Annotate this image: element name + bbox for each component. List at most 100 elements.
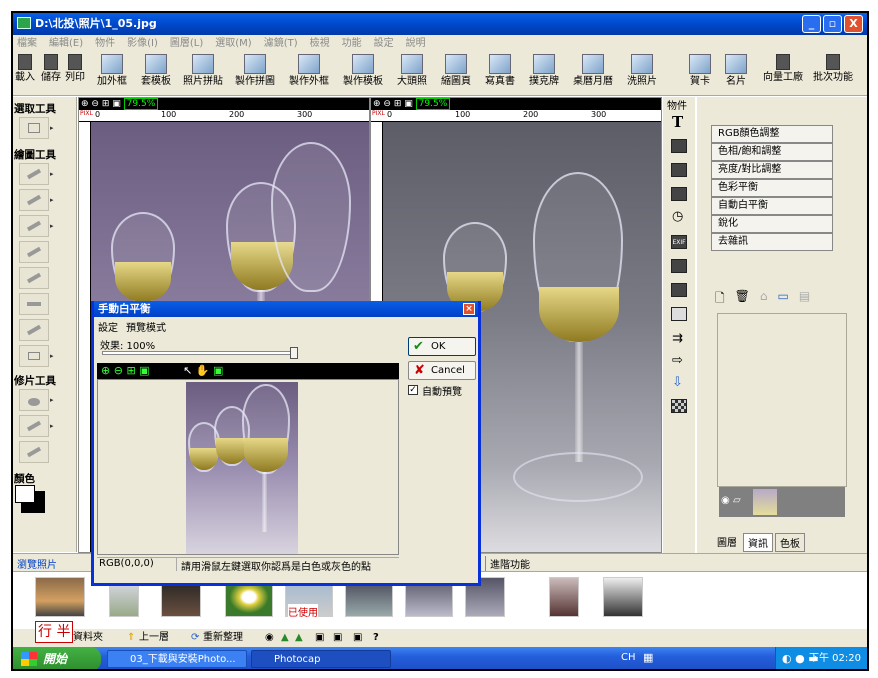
rect-select-tool[interactable]: [19, 117, 49, 139]
edit-icon[interactable]: ▱: [733, 495, 741, 506]
view-small-icon[interactable]: ▣: [315, 629, 324, 647]
layer-row[interactable]: ◉ ▱: [719, 487, 845, 517]
smudge-dropdown[interactable]: ▸: [50, 415, 58, 437]
zoom-out-icon[interactable]: ⊖: [91, 99, 99, 109]
frame-object-icon[interactable]: [671, 163, 687, 177]
tab-browse-photos[interactable]: 瀏覽照片: [17, 556, 57, 571]
puzzle-button[interactable]: 製作拼圖: [235, 54, 275, 88]
minimize-button[interactable]: _: [802, 15, 821, 33]
collage-button[interactable]: 照片拼貼: [183, 54, 223, 88]
taskbar-item-photocap[interactable]: Photocap: [251, 650, 391, 668]
new-layer-icon[interactable]: 🗋: [715, 289, 725, 310]
calendar-button[interactable]: 桌曆月曆: [573, 54, 613, 88]
refresh-button[interactable]: 重新整理: [203, 629, 243, 647]
zoom-out-icon[interactable]: ⊖: [383, 99, 391, 109]
folder-label[interactable]: 資料夾: [73, 629, 103, 647]
pencil-tool[interactable]: [19, 163, 49, 185]
save-button[interactable]: 儲存: [41, 54, 61, 84]
menu-object[interactable]: 物件: [95, 35, 115, 52]
menu-function[interactable]: 功能: [342, 35, 362, 52]
poker-button[interactable]: 撲克牌: [529, 54, 559, 88]
color-balance-item[interactable]: 色彩平衡: [711, 179, 833, 197]
pointer-icon[interactable]: ↖: [183, 364, 192, 377]
add-frame-button[interactable]: 加外框: [97, 54, 127, 88]
language-indicator[interactable]: CH: [621, 652, 636, 663]
ime-indicator[interactable]: 行 半: [35, 621, 74, 643]
help-button[interactable]: ?: [373, 629, 379, 647]
blur-tool[interactable]: [19, 389, 49, 411]
close-button[interactable]: X: [844, 15, 863, 33]
effect-slider-track[interactable]: [102, 351, 298, 355]
batch-button[interactable]: 批次功能: [813, 54, 853, 84]
auto-white-balance-item[interactable]: 自動白平衡: [711, 197, 833, 215]
layer-props-icon[interactable]: ▭: [778, 289, 789, 310]
load-button[interactable]: 載入: [15, 54, 35, 84]
grid-icon[interactable]: [671, 283, 687, 297]
eraser-tool[interactable]: [19, 189, 49, 211]
template-button[interactable]: 套模板: [141, 54, 171, 88]
delete-layer-icon[interactable]: 🗑: [735, 289, 750, 310]
print-button[interactable]: 列印: [65, 54, 85, 84]
menu-settings[interactable]: 設定: [374, 35, 394, 52]
fit-icon[interactable]: ⊞: [126, 364, 135, 377]
sharpen-item[interactable]: 銳化: [711, 215, 833, 233]
id-photo-button[interactable]: 大頭照: [397, 54, 427, 88]
smudge-tool[interactable]: [19, 415, 49, 437]
taskbar-item-word[interactable]: 03_下載與安裝Photo...: [107, 650, 247, 668]
tab-info[interactable]: 資訊: [743, 533, 773, 552]
view-eye-icon[interactable]: ◉: [265, 629, 274, 647]
refresh-icon[interactable]: ⟳: [191, 629, 199, 647]
start-button[interactable]: 開始: [13, 647, 101, 669]
foreground-color-swatch[interactable]: [15, 485, 35, 503]
vector-factory-button[interactable]: 向量工廠: [763, 54, 803, 84]
thumbnail[interactable]: [603, 577, 643, 617]
speech-bubble-icon[interactable]: [671, 307, 687, 321]
business-card-button[interactable]: 名片: [725, 54, 747, 88]
zoom-in-icon[interactable]: ⊕: [81, 99, 89, 109]
brush-tool[interactable]: [19, 215, 49, 237]
thumbnail-page-button[interactable]: 縮圖頁: [441, 54, 471, 88]
actual-size-icon[interactable]: ▣: [404, 99, 413, 109]
make-frame-button[interactable]: 製作外框: [289, 54, 329, 88]
dialog-preview-area[interactable]: [97, 379, 399, 555]
eyedropper-tool[interactable]: [19, 319, 49, 341]
rectangle-dropdown[interactable]: ▸: [50, 345, 58, 367]
photo-book-button[interactable]: 寫真書: [485, 54, 515, 88]
arrow-bold-icon[interactable]: ⇩: [672, 375, 683, 390]
brightness-contrast-item[interactable]: 亮度/對比調整: [711, 161, 833, 179]
tab-advanced[interactable]: 進階功能: [485, 556, 530, 571]
actual-size-icon[interactable]: ▣: [112, 99, 121, 109]
auto-preview-checkbox[interactable]: ✓: [408, 385, 418, 395]
crop-icon[interactable]: ▣: [213, 364, 223, 377]
tray-icons[interactable]: ◐ ● ▬: [782, 647, 819, 669]
arrow-right-icon[interactable]: ⇨: [672, 353, 683, 368]
menu-help[interactable]: 說明: [406, 35, 426, 52]
cancel-button[interactable]: ✘ Cancel: [408, 361, 476, 380]
hue-saturation-item[interactable]: 色相/飽和調整: [711, 143, 833, 161]
rectangle-tool[interactable]: [19, 345, 49, 367]
text-tool-icon[interactable]: T: [672, 113, 683, 131]
greeting-card-button[interactable]: 賀卡: [689, 54, 711, 88]
menu-view[interactable]: 檢視: [310, 35, 330, 52]
denoise-item[interactable]: 去雜訊: [711, 233, 833, 251]
layer-object-icon[interactable]: [671, 187, 687, 201]
fill-tool[interactable]: [19, 267, 49, 289]
pencil-dropdown[interactable]: ▸: [50, 163, 58, 185]
menu-layer[interactable]: 圖層(L): [170, 35, 203, 52]
rgb-adjust-item[interactable]: RGB顏色調整: [711, 125, 833, 143]
menu-image[interactable]: 影像(I): [127, 35, 158, 52]
view-medium-icon[interactable]: ▣: [333, 629, 342, 647]
lock-layer-icon[interactable]: ⌂: [760, 289, 768, 310]
line-tool[interactable]: [19, 241, 49, 263]
zoom-out-icon[interactable]: ⊖: [114, 364, 123, 377]
dialog-menu-preview-mode[interactable]: 預覽模式: [126, 319, 166, 334]
visibility-icon[interactable]: ◉: [721, 495, 730, 506]
maximize-button[interactable]: ▫: [823, 15, 842, 33]
merge-layer-icon[interactable]: ▤: [799, 289, 810, 310]
effect-slider-thumb[interactable]: [290, 347, 298, 359]
make-template-button[interactable]: 製作模板: [343, 54, 383, 88]
clone-tool[interactable]: [19, 441, 49, 463]
tree-icon[interactable]: ▲: [281, 629, 289, 647]
ok-button[interactable]: ✔ OK: [408, 337, 476, 356]
zoom-in-icon[interactable]: ⊕: [373, 99, 381, 109]
